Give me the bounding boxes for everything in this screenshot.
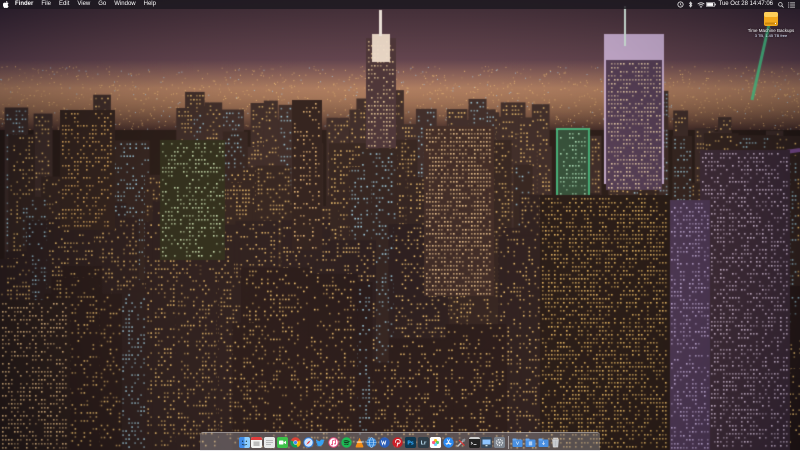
dock-word[interactable]	[379, 436, 390, 448]
desktop-wallpaper	[0, 0, 800, 450]
dock-monitor[interactable]	[481, 436, 493, 448]
folder-icon	[525, 438, 536, 447]
notes-icon	[264, 436, 276, 448]
battery-icon[interactable]	[705, 0, 716, 9]
desktop-disk-time-machine[interactable]: Time Machine Backups 3 TB, 1.45 TB free	[744, 9, 798, 38]
menu-edit[interactable]: Edit	[55, 0, 73, 9]
dock-calendar[interactable]	[251, 436, 263, 448]
safari-icon	[302, 436, 314, 448]
dock-lightroom[interactable]: Lr	[417, 436, 429, 448]
dock-safari[interactable]	[302, 436, 314, 448]
notification-center-icon[interactable]	[786, 0, 796, 9]
photos-icon	[430, 436, 442, 448]
pinterest-icon	[392, 436, 403, 448]
dock: Ps Lr	[200, 432, 600, 451]
monitor-icon	[481, 436, 493, 448]
svg-text:Ps: Ps	[407, 440, 414, 446]
finder-icon	[238, 436, 250, 448]
wifi-icon[interactable]	[696, 0, 706, 9]
twitter-icon	[316, 438, 326, 446]
dock-finder[interactable]	[238, 436, 250, 448]
lightroom-icon: Lr	[417, 436, 429, 448]
app-store-icon	[443, 436, 454, 448]
dock-utilities[interactable]	[456, 437, 467, 448]
dock-photos[interactable]	[430, 436, 442, 448]
spotify-icon	[341, 436, 352, 448]
disk-free-space-label: 3 TB, 1.45 TB free	[754, 33, 788, 38]
trash-icon	[552, 437, 560, 447]
dock-itunes[interactable]	[328, 436, 339, 448]
dock-notes[interactable]	[264, 436, 276, 448]
search-icon[interactable]	[776, 0, 786, 9]
menu-file[interactable]: File	[37, 0, 55, 9]
dock-separator	[508, 435, 510, 449]
dock-system-preferences[interactable]	[494, 436, 506, 448]
photoshop-icon: Ps	[404, 436, 416, 448]
chrome-icon	[290, 436, 301, 448]
dock-network[interactable]	[366, 436, 377, 448]
gear-icon	[494, 436, 506, 448]
dock-spotify[interactable]	[341, 436, 352, 448]
external-drive-icon	[762, 10, 780, 28]
dock-twitter[interactable]	[315, 437, 326, 448]
vlc-icon	[355, 437, 364, 447]
dock-facetime[interactable]	[276, 436, 288, 448]
dock-pinterest[interactable]	[392, 436, 403, 448]
menu-finder[interactable]: Finder	[11, 0, 37, 9]
dock-folder-applications[interactable]	[512, 437, 523, 448]
dock-folder-downloads[interactable]	[538, 437, 549, 448]
dock-photoshop[interactable]: Ps	[404, 436, 416, 448]
dock-vlc[interactable]	[354, 437, 365, 448]
svg-text:Lr: Lr	[420, 440, 426, 446]
dock-terminal[interactable]	[468, 436, 480, 448]
dock-chrome[interactable]	[290, 436, 301, 448]
menu-bar: Finder File Edit View Go Window Help Tue…	[0, 0, 800, 9]
word-icon	[379, 436, 390, 448]
dock-folder-documents[interactable]	[525, 437, 536, 448]
folder-icon	[512, 438, 523, 447]
calendar-icon	[251, 436, 263, 448]
folder-icon	[538, 438, 549, 447]
bluetooth-icon[interactable]	[686, 0, 696, 9]
menu-bar-clock[interactable]: Tue Oct 28 14:47:06	[716, 0, 776, 9]
menu-go[interactable]: Go	[94, 0, 110, 9]
menu-window[interactable]: Window	[110, 0, 139, 9]
facetime-icon	[276, 436, 288, 448]
dock-app-store[interactable]	[443, 436, 454, 448]
globe-icon	[366, 436, 377, 448]
menu-help[interactable]: Help	[140, 0, 160, 9]
apple-menu-icon[interactable]	[0, 0, 11, 9]
dock-trash[interactable]	[550, 437, 561, 448]
terminal-icon	[468, 436, 480, 448]
tools-icon	[456, 437, 466, 447]
itunes-icon	[328, 436, 339, 448]
time-machine-icon[interactable]	[676, 0, 686, 9]
menu-view[interactable]: View	[73, 0, 94, 9]
